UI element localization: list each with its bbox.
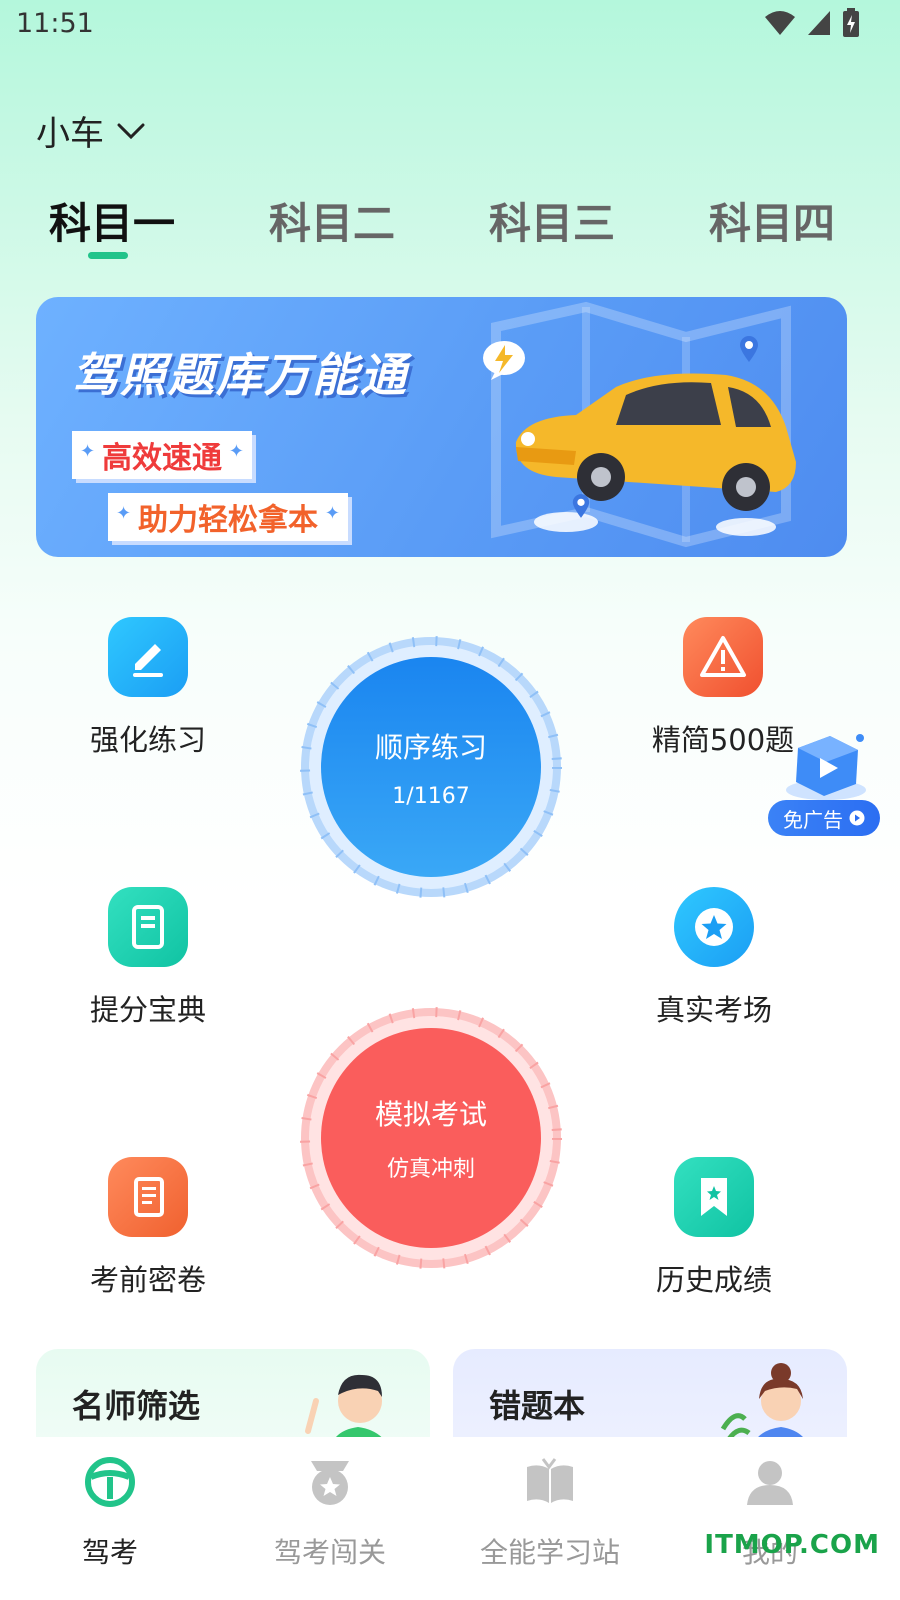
star-badge-icon: [674, 887, 754, 967]
mock-exam-title: 模拟考试: [374, 1098, 487, 1131]
tab-subject-one[interactable]: 科目一: [32, 190, 192, 251]
strengthen-practice-label: 强化练习: [89, 723, 206, 757]
site-watermark: ITMOP.COM: [704, 1530, 880, 1560]
wrong-questions-title: 错题本: [489, 1387, 586, 1425]
strengthen-practice-item[interactable]: 强化练习: [68, 617, 228, 759]
medal-icon: [311, 1461, 349, 1505]
nav-challenge[interactable]: 驾考闯关: [220, 1455, 440, 1571]
battery-icon: [843, 8, 859, 37]
open-book-icon: [527, 1458, 573, 1503]
active-tab-indicator: [88, 252, 128, 259]
signal-icon: [808, 11, 830, 35]
mock-exam-button[interactable]: 模拟考试 仿真冲刺: [321, 1028, 541, 1248]
promo-banner[interactable]: 驾照题库万能通 ✦ 高效速通 ✦ ✦ 助力轻松拿本 ✦: [36, 297, 847, 557]
tab-subject-two[interactable]: 科目二: [252, 190, 412, 251]
nav-study-station-label: 全能学习站: [479, 1536, 620, 1569]
location-pin-small-icon: [572, 494, 590, 518]
real-exam-room-item[interactable]: 真实考场: [634, 887, 794, 1029]
nav-study-station[interactable]: 全能学习站: [440, 1455, 660, 1571]
vehicle-type-selector[interactable]: 小车: [36, 106, 146, 155]
car-illustration: [515, 373, 796, 536]
bookmark-icon: [674, 1157, 754, 1237]
warning-icon: [683, 617, 763, 697]
wifi-icon: [765, 11, 795, 35]
nav-challenge-label: 驾考闯关: [273, 1536, 386, 1569]
score-booster-item[interactable]: 提分宝典: [68, 887, 228, 1029]
score-booster-label: 提分宝典: [89, 993, 206, 1027]
location-pin-icon: [740, 336, 758, 362]
status-time: 11:51: [16, 8, 94, 39]
vehicle-type-label: 小车: [36, 114, 104, 154]
banner-tag-easy: ✦ 助力轻松拿本 ✦: [108, 493, 348, 541]
user-profile-icon: [747, 1461, 793, 1505]
banner-tag-fast-text: 高效速通: [102, 441, 222, 476]
chevron-down-icon: [117, 123, 145, 139]
banner-tag-fast: ✦ 高效速通 ✦: [72, 431, 252, 479]
speech-bubble-icon: [483, 341, 525, 380]
mock-exam-dial: 模拟考试 仿真冲刺: [299, 1006, 563, 1270]
tab-subject-three[interactable]: 科目三: [472, 190, 632, 251]
banner-tag-easy-text: 助力轻松拿本: [138, 503, 318, 538]
history-score-item[interactable]: 历史成绩: [634, 1157, 794, 1299]
subject-tabs: 科目一 科目二 科目三 科目四: [0, 190, 900, 260]
ad-free-label: 免广告: [783, 807, 843, 832]
scroll-document-icon: [108, 1157, 188, 1237]
sequential-practice-title: 顺序练习: [374, 730, 487, 764]
bottom-navigation: 驾考 驾考闯关 全能学习站 我的 ITMOP.COM: [0, 1437, 900, 1600]
real-exam-room-label: 真实考场: [655, 993, 772, 1027]
status-icons: [764, 8, 860, 38]
ad-free-float-button[interactable]: 免广告: [768, 728, 880, 840]
banner-title: 驾照题库万能通: [72, 348, 408, 402]
nav-drive-exam[interactable]: 驾考: [0, 1455, 220, 1571]
status-bar: 11:51: [0, 0, 900, 50]
mock-exam-subtitle: 仿真冲刺: [386, 1157, 475, 1182]
ad-free-pill: 免广告: [768, 800, 880, 836]
famous-teacher-title: 名师筛选: [72, 1387, 201, 1425]
tab-subject-four[interactable]: 科目四: [692, 190, 852, 251]
nav-drive-exam-label: 驾考: [81, 1536, 138, 1569]
play-circle-icon: [849, 810, 865, 826]
sequential-practice-dial: 顺序练习 1/1167: [299, 635, 563, 899]
history-score-label: 历史成绩: [655, 1263, 772, 1297]
pen-edit-icon: [108, 617, 188, 697]
sequential-practice-button[interactable]: 顺序练习 1/1167: [321, 657, 541, 877]
pre-exam-paper-item[interactable]: 考前密卷: [68, 1157, 228, 1299]
notebook-icon: [108, 887, 188, 967]
video-cube-icon: [786, 734, 866, 800]
pre-exam-paper-label: 考前密卷: [89, 1263, 206, 1297]
sequential-practice-progress: 1/1167: [392, 783, 470, 809]
steering-wheel-icon: [85, 1457, 135, 1507]
